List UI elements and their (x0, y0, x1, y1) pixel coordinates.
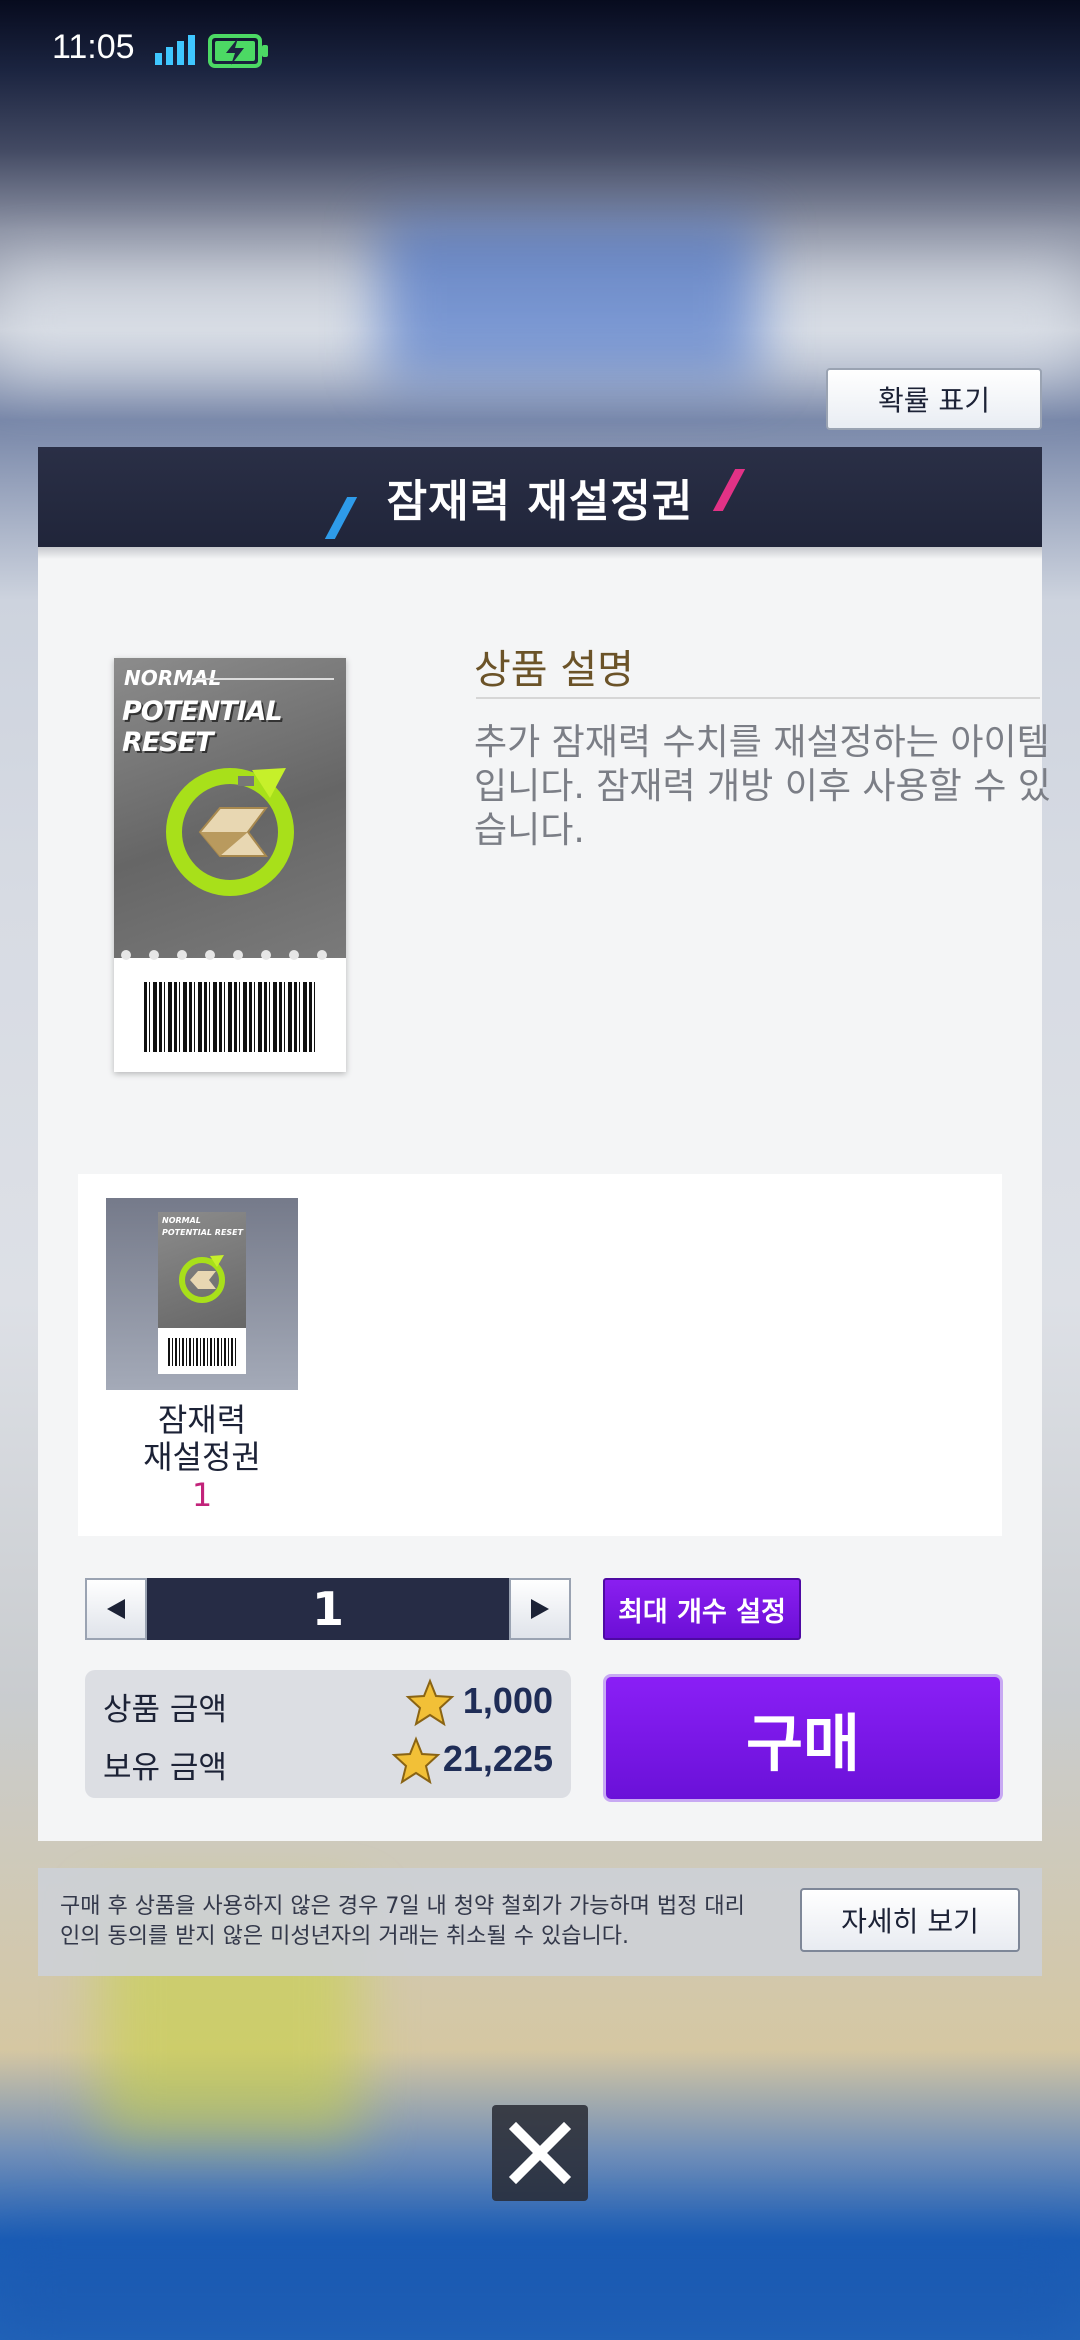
owned-amount-label: 보유 금액 (103, 1750, 227, 1786)
quantity-value[interactable]: 1 (147, 1578, 509, 1640)
description-heading: 상품 설명 (474, 647, 634, 693)
item-name: 잠재력 재설정권 (143, 1401, 261, 1476)
quantity-stepper: 1 (85, 1578, 571, 1640)
description-divider (476, 697, 1040, 699)
star-coin-icon (391, 1736, 441, 1785)
signal-icon (155, 35, 195, 65)
close-icon (508, 2121, 572, 2185)
close-button[interactable] (492, 2105, 588, 2201)
product-price-value: 1,000 (462, 1680, 553, 1721)
ticket-divider (192, 678, 334, 680)
battery-charging-icon (208, 34, 268, 68)
status-time: 11:05 (52, 28, 135, 66)
background-blur (380, 220, 760, 380)
perforation (121, 950, 327, 960)
reset-arrow-icon (179, 1255, 225, 1303)
owned-amount-value: 21,225 (442, 1738, 553, 1779)
purchase-panel: 잠재력 재설정권 NORMAL POTENTIAL RESET 상품 설명 추가… (38, 447, 1051, 1841)
view-details-button[interactable]: 자세히 보기 (800, 1888, 1020, 1952)
ticket-type-text: POTENTIAL RESET (122, 696, 283, 758)
background-blur (0, 2240, 1080, 2340)
header-shadow (38, 547, 1042, 559)
item-thumbnail[interactable]: NORMAL POTENTIAL RESET (106, 1198, 298, 1390)
purchase-notice: 구매 후 상품을 사용하지 않은 경우 7일 내 청약 철회가 가능하며 법정 … (38, 1868, 1042, 1976)
description-text: 추가 잠재력 수치를 재설정하는 아이템입니다. 잠재력 개방 이후 사용할 수… (474, 722, 1051, 851)
ticket-face: NORMAL POTENTIAL RESET (114, 658, 346, 960)
mini-ticket-face: NORMAL POTENTIAL RESET (158, 1212, 246, 1328)
contents-box: NORMAL POTENTIAL RESET 잠재력 재설정권 1 (78, 1174, 1002, 1536)
price-summary: 상품 금액 1,000 보유 금액 21,225 (85, 1670, 571, 1798)
status-bar: 11:05 (0, 0, 1080, 100)
item-ticket-image: NORMAL POTENTIAL RESET (158, 1212, 246, 1374)
item-count: 1 (191, 1476, 213, 1514)
arrow-right-icon (531, 1599, 549, 1619)
max-quantity-button[interactable]: 최대 개수 설정 (603, 1578, 801, 1640)
barcode-icon (144, 982, 316, 1052)
arrow-left-icon (107, 1599, 125, 1619)
decrease-button[interactable] (85, 1578, 147, 1640)
panel-header: 잠재력 재설정권 (38, 447, 1042, 547)
reset-arrow-icon (166, 768, 294, 896)
barcode-icon (168, 1338, 236, 1366)
increase-button[interactable] (509, 1578, 571, 1640)
buy-button[interactable]: 구매 (603, 1674, 1003, 1802)
notice-text: 구매 후 상품을 사용하지 않은 경우 7일 내 청약 철회가 가능하며 법정 … (60, 1894, 745, 1949)
panel-title: 잠재력 재설정권 (386, 476, 694, 527)
product-price-label: 상품 금액 (103, 1692, 227, 1728)
probability-button[interactable]: 확률 표기 (826, 368, 1042, 430)
star-coin-icon (405, 1678, 455, 1727)
mini-ticket-text: NORMAL POTENTIAL RESET (162, 1216, 244, 1237)
decorative-slash (712, 469, 746, 511)
product-image: NORMAL POTENTIAL RESET (114, 658, 346, 1072)
decorative-slash (324, 497, 358, 539)
